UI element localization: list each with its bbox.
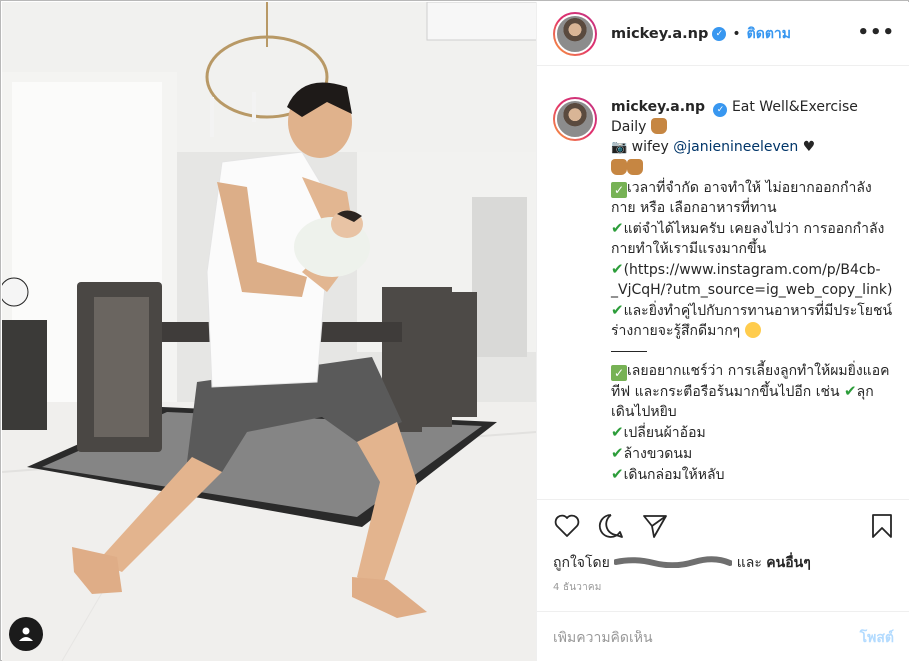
user-tag-icon[interactable]: [9, 617, 43, 651]
post-caption: mickey.a.np ✓ Eat Well&Exercise Daily 📷 …: [611, 97, 894, 485]
post-date[interactable]: 4 ธันวาคม: [537, 580, 909, 595]
post-modal: mickey.a.np ✓ • ติดตาม ••• mickey.a.np ✓…: [0, 0, 909, 661]
header-separator: •: [732, 25, 741, 42]
post-photo[interactable]: [2, 2, 536, 661]
heart-text: ♥: [802, 139, 816, 155]
camera-icon: 📷: [611, 140, 628, 155]
check-mark-icon: ✔: [844, 382, 857, 400]
caption-link: (https://www.instagram.com/p/B4cb-_VjCqH…: [611, 262, 893, 298]
caption-divider: [611, 350, 647, 352]
check-mark-icon: ✔: [611, 444, 624, 462]
profile-avatar[interactable]: [553, 11, 597, 56]
caption-line: ล้างขวดนม: [623, 446, 693, 462]
action-icons: [537, 500, 909, 552]
post-header: mickey.a.np ✓ • ติดตาม •••: [537, 2, 909, 66]
more-options-icon[interactable]: •••: [857, 22, 895, 43]
smile-icon: [744, 322, 761, 338]
verified-badge-icon: ✓: [713, 103, 728, 117]
comment-icon[interactable]: [597, 512, 625, 540]
caption-line: แต่จำได้ไหมครับ เคยลงไปว่า การออกกำลังกา…: [611, 221, 885, 257]
caption-line: wifey: [631, 139, 669, 155]
likes-and: และ: [736, 555, 762, 571]
caption-avatar[interactable]: [553, 97, 597, 141]
bookmark-icon[interactable]: [868, 512, 896, 540]
caption-username[interactable]: mickey.a.np: [611, 99, 705, 115]
check-box-icon: ✓: [611, 365, 627, 381]
header-username[interactable]: mickey.a.np: [611, 26, 708, 42]
verified-badge-icon: ✓: [712, 26, 727, 41]
comment-input[interactable]: [553, 629, 860, 646]
mention-link[interactable]: @janienineeleven: [673, 139, 798, 155]
follow-button[interactable]: ติดตาม: [747, 23, 791, 45]
pointing-down-icon: [627, 159, 643, 175]
check-mark-icon: ✔: [611, 219, 624, 237]
check-mark-icon: ✔: [611, 301, 624, 319]
likes-line: ถูกใจโดย และ คนอื่นๆ: [537, 552, 909, 574]
check-mark-icon: ✔: [611, 465, 624, 483]
likes-prefix: ถูกใจโดย: [553, 555, 610, 571]
person-icon: [19, 627, 33, 641]
pointing-down-icon: [611, 159, 627, 175]
likes-others-link[interactable]: คนอื่นๆ: [766, 555, 810, 571]
photo-illustration: [2, 2, 536, 661]
heart-icon[interactable]: [553, 512, 581, 540]
caption-scroll-area[interactable]: mickey.a.np ✓ Eat Well&Exercise Daily 📷 …: [537, 67, 909, 499]
post-actions: ถูกใจโดย และ คนอื่นๆ 4 ธันวาคม โพสต์: [537, 499, 909, 661]
redacted-name-scribble: [614, 556, 733, 568]
check-mark-icon: ✔: [611, 260, 624, 278]
check-box-icon: ✓: [611, 182, 627, 198]
share-icon[interactable]: [641, 512, 669, 540]
comment-bar: โพสต์: [537, 611, 909, 661]
post-comment-button[interactable]: โพสต์: [860, 627, 894, 649]
pointing-hand-icon: [650, 118, 667, 134]
check-mark-icon: ✔: [611, 423, 624, 441]
caption-line: เปลี่ยนผ้าอ้อม: [623, 425, 706, 441]
caption-line: เวลาที่จำกัด อาจทำให้ ไม่อยากออกกำลังกาย…: [611, 180, 872, 216]
caption-line: เดินกล่อมให้หลับ: [623, 467, 725, 483]
post-side-panel: mickey.a.np ✓ • ติดตาม ••• mickey.a.np ✓…: [536, 2, 909, 661]
